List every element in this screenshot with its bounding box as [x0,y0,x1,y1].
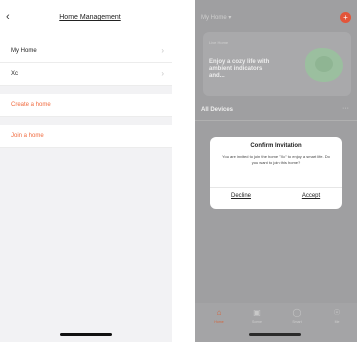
home-selector[interactable]: My Home ▾ [201,14,231,21]
home-indicator [249,333,301,336]
tab-label: Home [214,320,224,324]
tab-label: Scene [252,320,262,324]
dialog-title: Confirm Invitation [250,143,302,149]
divider [210,187,342,188]
tab-me[interactable]: ☉ Me [321,308,353,324]
home-label: Xc [11,71,19,77]
confirm-invitation-dialog: Confirm Invitation You are invited to jo… [210,137,342,209]
devices-title: All Devices [201,107,234,113]
dialog-message: You are invited to join the home "Xc" to… [222,154,330,165]
tab-bar: ⌂ Home ▣ Scene ◯ Smart ☉ Me [195,303,357,342]
weather-card[interactable]: Live Home Enjoy a cozy life with ambient… [203,32,351,96]
tab-label: Smart [292,320,302,324]
home-list: My Home › Xc › Create a home Join a home [0,40,172,148]
tab-label: Me [334,320,340,324]
me-icon: ☉ [333,308,341,317]
header: ‹ Home Management [0,0,172,40]
home-row-xc[interactable]: Xc › [0,63,172,86]
tab-home[interactable]: ⌂ Home [203,308,235,324]
chevron-right-icon: › [161,46,164,55]
home-icon: ⌂ [216,308,222,317]
home-indicator [60,333,112,336]
tab-smart[interactable]: ◯ Smart [281,308,313,324]
create-home-button[interactable]: Create a home [0,94,172,117]
ambient-illustration [305,48,343,82]
chevron-right-icon: › [161,69,164,78]
home-management-screen: ‹ Home Management My Home › Xc › Create … [0,0,172,342]
more-icon[interactable]: ··· [342,105,349,112]
page-title: Home Management [59,14,121,21]
location-label: Live Home [209,40,229,45]
promo-text: Enjoy a cozy life with ambient indicator… [209,59,270,79]
app-home-screen: My Home ▾ + Live Home Enjoy a cozy life … [195,0,357,342]
create-home-label: Create a home [11,102,51,108]
home-row-my-home[interactable]: My Home › [0,40,172,63]
chevron-left-icon[interactable]: ‹ [6,11,10,23]
home-label: My Home [11,48,37,54]
smart-icon: ◯ [292,308,302,317]
accept-button[interactable]: Accept [286,193,336,199]
plus-icon[interactable]: + [340,12,351,23]
section-gap [0,86,172,94]
section-gap [0,117,172,125]
scene-icon: ▣ [253,308,261,317]
tab-scene[interactable]: ▣ Scene [241,308,273,324]
join-home-button[interactable]: Join a home [0,125,172,148]
join-home-label: Join a home [11,133,44,139]
divider [195,120,357,121]
decline-button[interactable]: Decline [216,193,266,199]
